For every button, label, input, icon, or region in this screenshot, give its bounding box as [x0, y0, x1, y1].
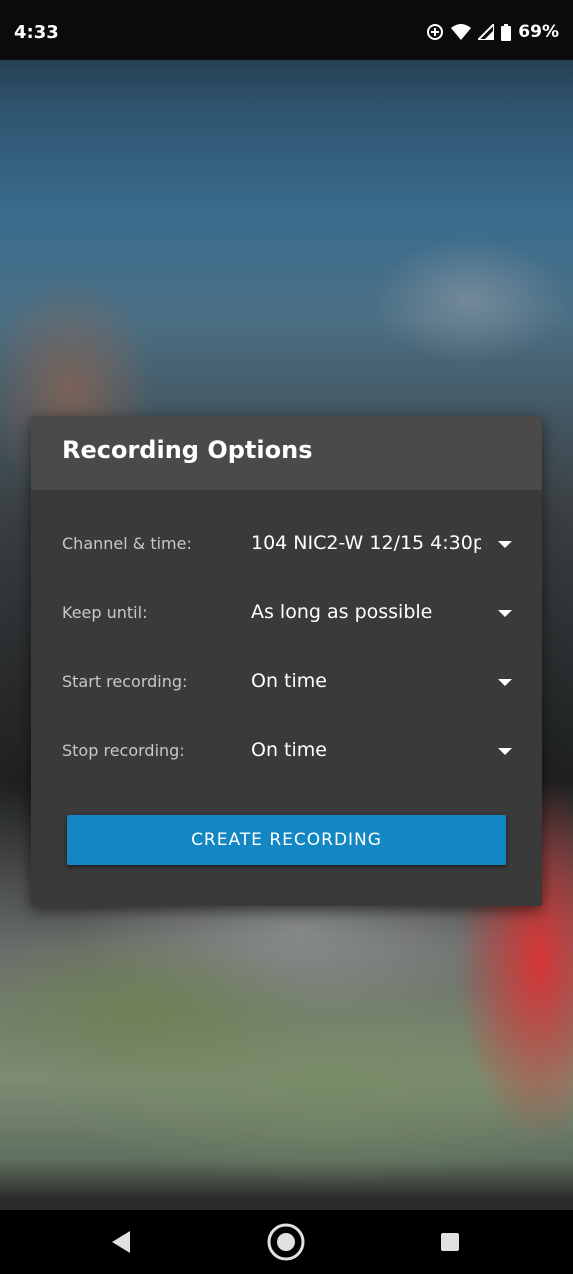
- home-button[interactable]: [256, 1210, 316, 1274]
- channel-time-value: 104 NIC2-W 12/15 4:30p: [251, 532, 481, 554]
- create-recording-button[interactable]: CREATE RECORDING: [67, 815, 506, 865]
- status-time: 4:33: [14, 22, 59, 43]
- start-recording-row: Start recording: On time: [31, 661, 542, 705]
- keep-until-label: Keep until:: [62, 603, 148, 622]
- dialog-title: Recording Options: [62, 436, 313, 464]
- start-recording-value: On time: [251, 670, 327, 692]
- stop-recording-row: Stop recording: On time: [31, 730, 542, 774]
- chevron-down-icon: [498, 748, 512, 755]
- channel-time-select[interactable]: 104 NIC2-W 12/15 4:30p: [251, 523, 516, 567]
- chevron-down-icon: [498, 679, 512, 686]
- start-recording-select[interactable]: On time: [251, 661, 516, 705]
- stop-recording-value: On time: [251, 739, 327, 761]
- dialog-header: Recording Options: [31, 416, 542, 490]
- wifi-icon: [451, 24, 472, 40]
- battery-percentage: 69%: [518, 22, 559, 42]
- stop-recording-label: Stop recording:: [62, 741, 185, 760]
- back-button[interactable]: [92, 1210, 152, 1274]
- signal-icon: [478, 24, 495, 40]
- keep-until-value: As long as possible: [251, 601, 433, 623]
- stop-recording-select[interactable]: On time: [251, 730, 516, 774]
- channel-time-row: Channel & time: 104 NIC2-W 12/15 4:30p: [31, 523, 542, 567]
- recording-options-dialog: Recording Options Channel & time: 104 NI…: [31, 416, 542, 906]
- chevron-down-icon: [498, 610, 512, 617]
- start-recording-label: Start recording:: [62, 672, 188, 691]
- navigation-bar: [0, 1210, 573, 1274]
- keep-until-select[interactable]: As long as possible: [251, 592, 516, 636]
- channel-time-label: Channel & time:: [62, 534, 192, 553]
- status-icons: 69%: [426, 22, 559, 42]
- keep-until-row: Keep until: As long as possible: [31, 592, 542, 636]
- battery-icon: [501, 23, 512, 41]
- screen: 4:33 69% Recording Options Channel & tim…: [0, 0, 573, 1274]
- chevron-down-icon: [498, 541, 512, 548]
- data-saver-icon: [426, 23, 444, 41]
- status-bar: 4:33 69%: [0, 0, 573, 60]
- recents-button[interactable]: [420, 1210, 480, 1274]
